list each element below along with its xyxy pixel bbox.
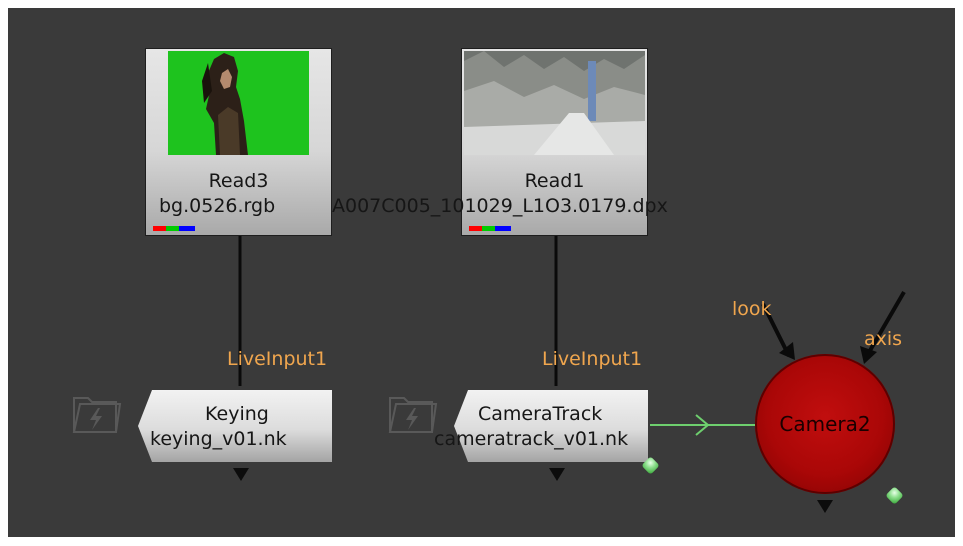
cameratrack-filename: cameratrack_v01.nk — [434, 428, 629, 450]
camera2-name: Camera2 — [779, 412, 871, 436]
keying-filename: keying_v01.nk — [150, 428, 287, 450]
keying-input-label: LiveInput1 — [227, 348, 328, 370]
read1-name: Read1 — [524, 170, 585, 192]
folder-lightning-icon — [388, 397, 438, 433]
channel-blue — [495, 226, 511, 231]
read1-thumbnail — [464, 51, 645, 155]
keying-name: Keying — [205, 403, 269, 425]
cameratrack-node[interactable] — [454, 390, 648, 462]
keying-node[interactable] — [138, 390, 332, 462]
output-arrow-icon[interactable] — [233, 468, 249, 481]
camera2-look-label: look — [732, 298, 772, 320]
read3-filename: bg.0526.rgb — [159, 195, 276, 217]
cameratrack-name: CameraTrack — [478, 403, 603, 425]
folder-lightning-icon — [72, 397, 122, 433]
camera2-node[interactable]: Camera2 — [755, 354, 895, 494]
channel-blue — [179, 226, 195, 231]
node-graph[interactable]: Read3 bg.0526.rgb Read1 A007C005_101029_… — [8, 8, 955, 537]
channel-red — [469, 226, 482, 231]
output-arrow-icon[interactable] — [817, 500, 833, 513]
read1-node[interactable]: Read1 A007C005_101029_L1O3.0179.dpx — [332, 49, 668, 235]
output-arrow-icon[interactable] — [549, 468, 565, 481]
camera2-axis-label: axis — [864, 328, 903, 350]
cameratrack-input-label: LiveInput1 — [542, 348, 643, 370]
channel-red — [153, 226, 166, 231]
read3-name: Read3 — [208, 170, 269, 192]
read1-filename: A007C005_101029_L1O3.0179.dpx — [332, 195, 668, 217]
read3-node[interactable]: Read3 bg.0526.rgb — [146, 49, 331, 235]
channel-green — [166, 226, 179, 231]
read3-thumbnail — [168, 51, 309, 155]
channel-green — [482, 226, 495, 231]
